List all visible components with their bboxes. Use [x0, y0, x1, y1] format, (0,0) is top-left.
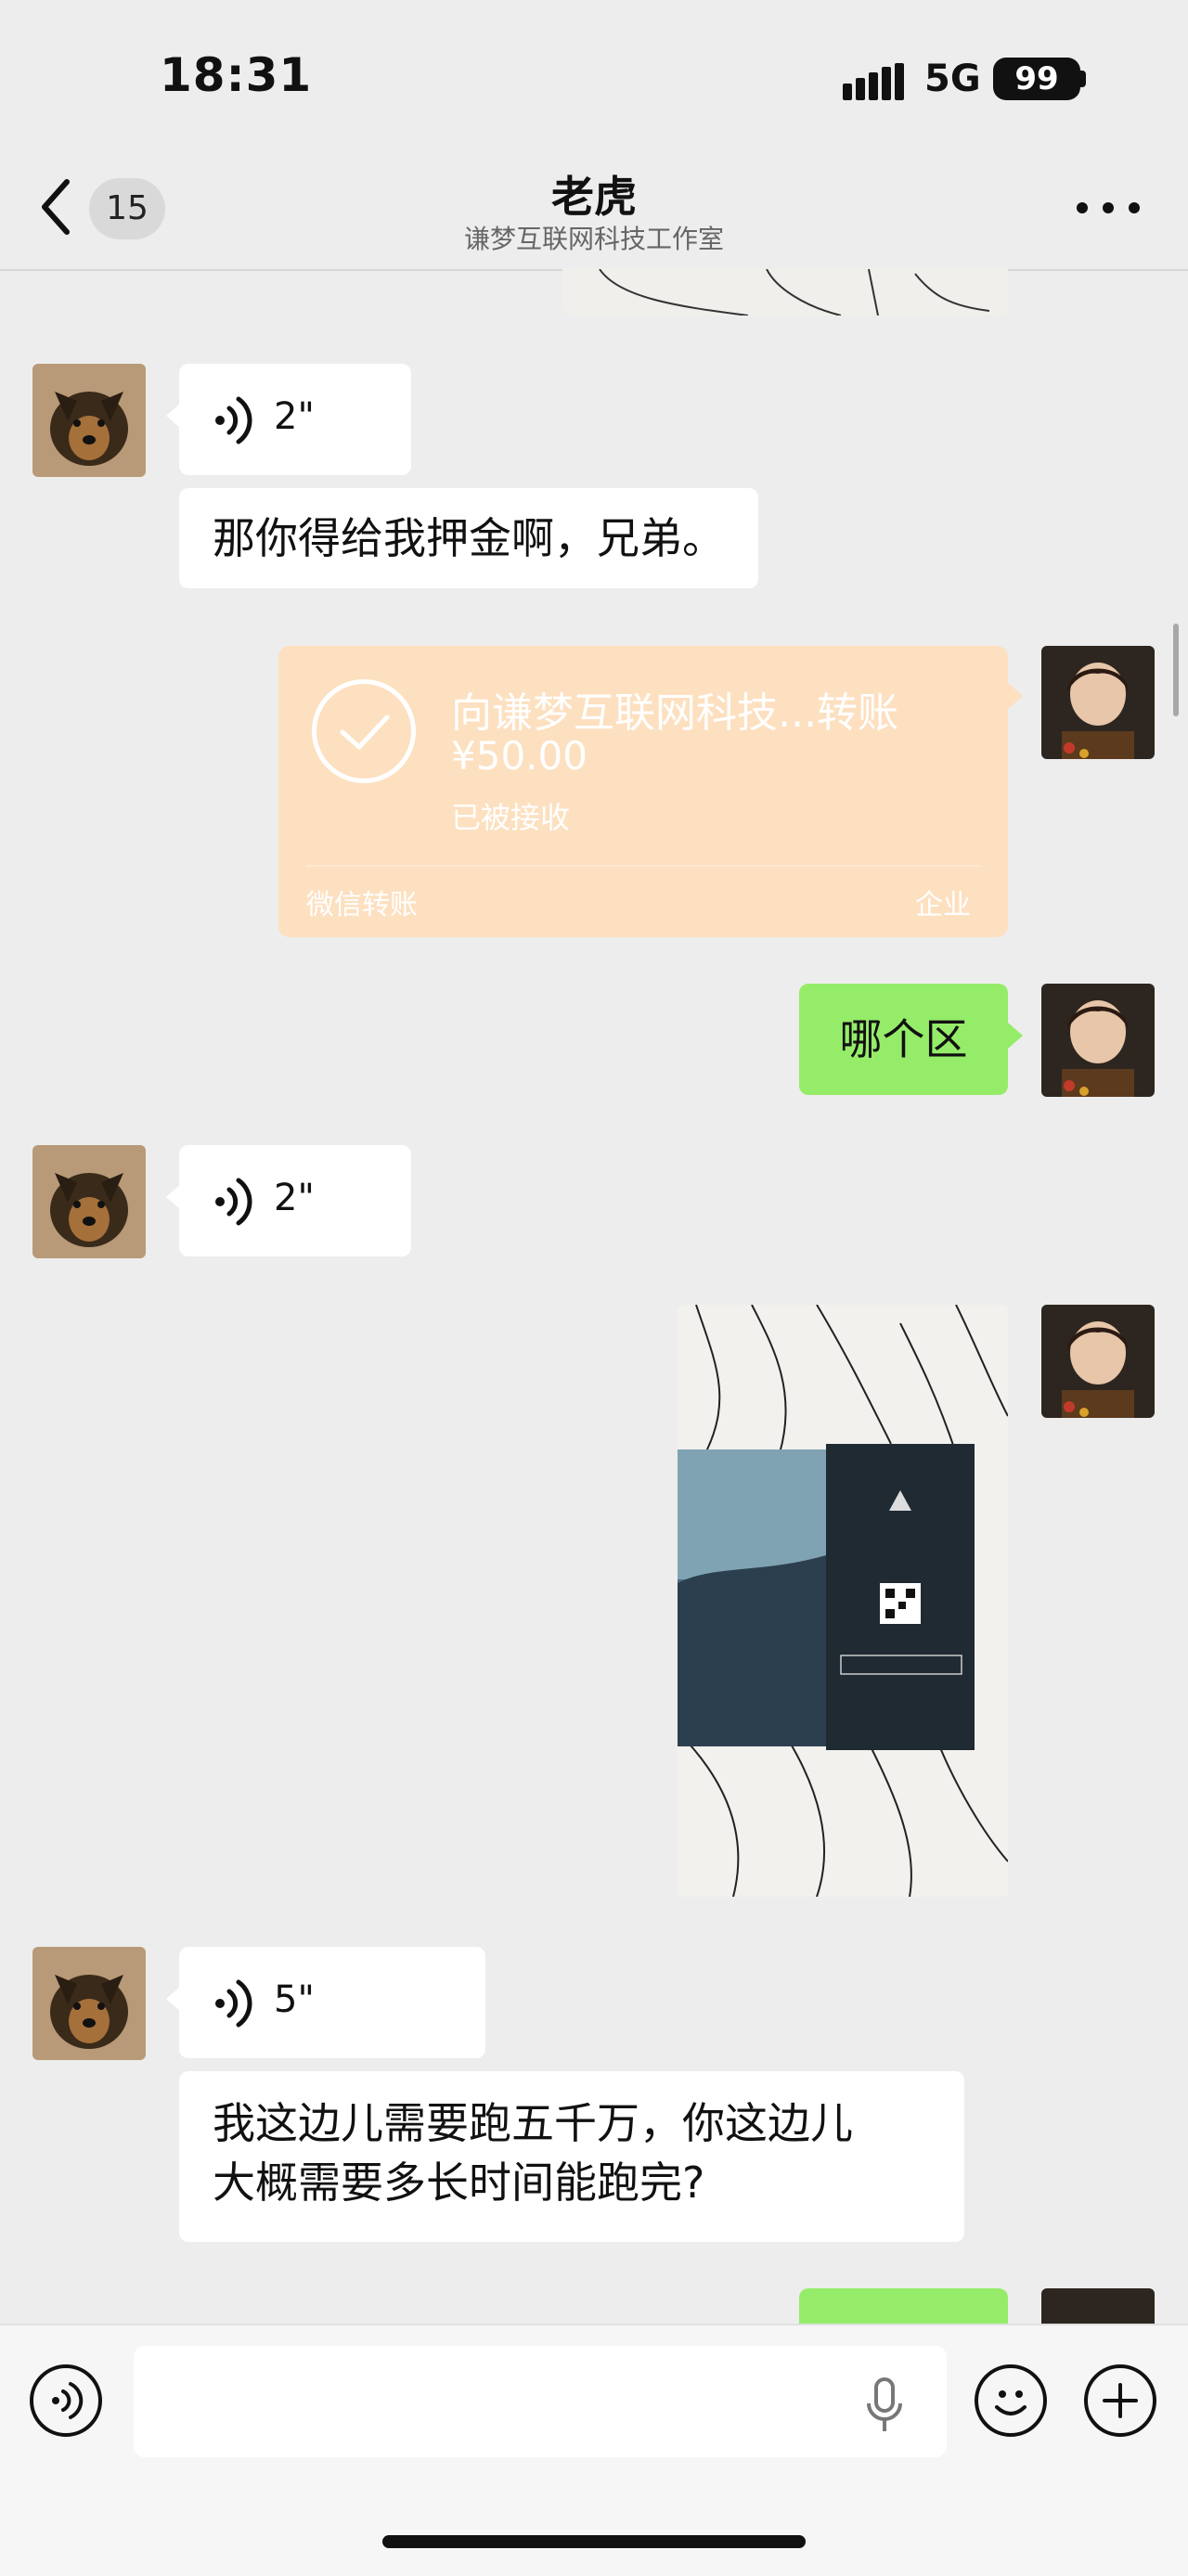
microphone-icon[interactable] [863, 2376, 906, 2435]
battery-cap [1080, 71, 1086, 87]
transfer-amount: ¥50.00 [451, 733, 588, 779]
network-type: 5G [924, 58, 981, 100]
my-avatar[interactable] [1041, 1305, 1155, 1418]
dog-avatar-image [32, 364, 146, 477]
my-avatar[interactable] [1041, 984, 1155, 1097]
anime-avatar-image [1041, 646, 1155, 759]
photo-image [678, 1305, 1008, 1897]
anime-avatar-image [1041, 1305, 1155, 1418]
contact-avatar[interactable] [32, 1947, 146, 2060]
voice-duration: 2" [274, 1177, 315, 1219]
voice-message[interactable]: 2" [166, 364, 411, 475]
message-line: 大概需要多长时间能跑完? [213, 2157, 705, 2208]
previous-image-message[interactable] [562, 269, 1008, 316]
my-avatar[interactable] [1041, 646, 1155, 759]
home-indicator[interactable] [382, 2535, 806, 2548]
more-options-button[interactable] [1077, 197, 1142, 219]
transfer-type: 企业 [915, 889, 971, 921]
plus-icon [1103, 2383, 1138, 2418]
scrollbar[interactable] [1173, 624, 1179, 716]
more-functions-button[interactable] [1084, 2364, 1156, 2437]
transfer-title: 向谦梦互联网科技...转账 [451, 689, 898, 737]
text-message-sent[interactable]: 哪个区 [799, 984, 1023, 1095]
contact-avatar[interactable] [32, 364, 146, 477]
voice-message[interactable]: 2" [166, 1145, 411, 1256]
voice-duration: 5" [274, 1978, 315, 2021]
voice-duration: 2" [274, 395, 315, 438]
dog-avatar-image [32, 1145, 146, 1258]
more-dot [1077, 202, 1088, 213]
sketch-image [599, 269, 990, 316]
message-line: 我这边儿需要跑五千万，你这边儿 [213, 2098, 853, 2148]
transfer-source: 微信转账 [306, 889, 418, 921]
message-text: 哪个区 [839, 1014, 968, 1064]
voice-wave-icon [215, 1178, 252, 1226]
voice-wave-icon [215, 1979, 252, 2028]
more-dot [1129, 202, 1140, 213]
transfer-card[interactable]: 向谦梦互联网科技...转账 ¥50.00 已被接收 微信转账 企业 [278, 646, 1023, 937]
signal-icon [843, 63, 904, 100]
smiley-icon [995, 2390, 1027, 2415]
message-text: 那你得给我押金啊，兄弟。 [213, 513, 725, 563]
next-message-partial[interactable] [799, 2288, 1008, 2324]
message-text: 我这边儿需要跑五千万，你这边儿 大概需要多长时间能跑完? [179, 2071, 964, 2235]
image-message[interactable] [678, 1305, 1008, 1897]
contact-avatar[interactable] [32, 1145, 146, 1258]
status-time: 18:31 [160, 48, 313, 102]
check-circle-icon [312, 679, 416, 783]
unread-count-badge[interactable]: 15 [89, 178, 165, 239]
battery-indicator: 99 [993, 58, 1080, 100]
emoji-button[interactable] [975, 2364, 1047, 2437]
dog-avatar-image [32, 1947, 146, 2060]
voice-message[interactable]: 5" [166, 1947, 485, 2058]
voice-wave-icon [215, 396, 252, 444]
voice-wave-icon [52, 2382, 84, 2419]
message-input[interactable] [134, 2346, 947, 2457]
voice-input-button[interactable] [30, 2364, 102, 2437]
more-dot [1103, 202, 1114, 213]
my-avatar-partial [1041, 2288, 1155, 2324]
transfer-status: 已被接收 [451, 800, 571, 835]
check-icon [340, 715, 390, 750]
chat-title[interactable]: 老虎 [316, 163, 872, 225]
back-icon[interactable] [37, 174, 74, 239]
anime-avatar-image [1041, 984, 1155, 1097]
divider [306, 865, 980, 867]
chat-subtitle: 谦梦互联网科技工作室 [463, 224, 724, 254]
text-message[interactable]: 我这边儿需要跑五千万，你这边儿 大概需要多长时间能跑完? [179, 2071, 964, 2242]
text-message[interactable]: 那你得给我押金啊，兄弟。 [179, 488, 758, 588]
